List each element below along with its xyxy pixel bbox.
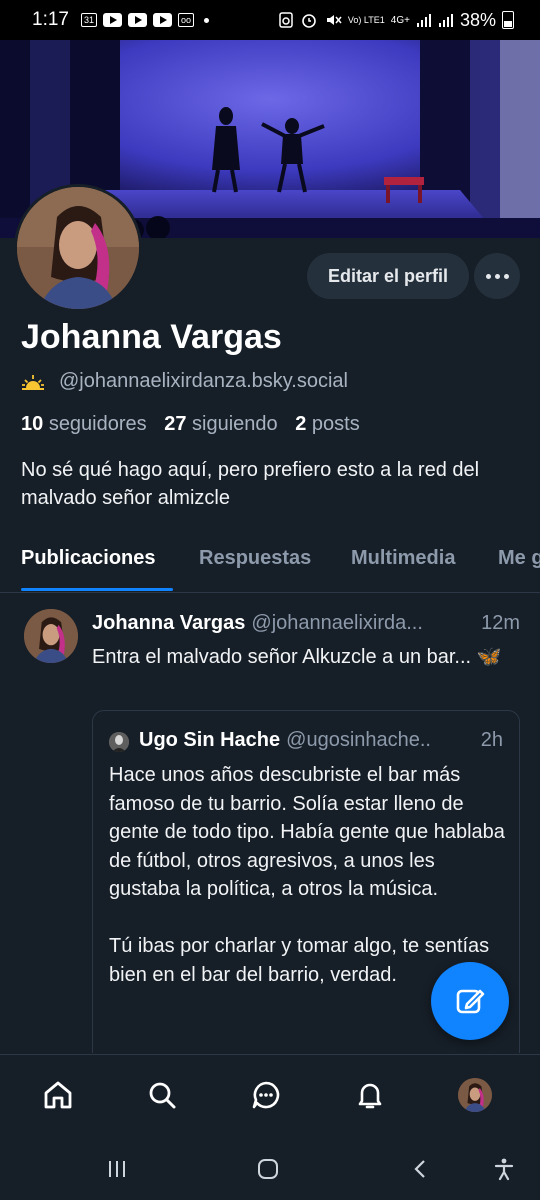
profile-name: Johanna Vargas: [21, 318, 282, 356]
tab-respuestas[interactable]: Respuestas: [199, 547, 311, 570]
home-button[interactable]: [255, 1156, 281, 1182]
posts-count: 2: [295, 413, 307, 435]
nav-search[interactable]: [140, 1073, 184, 1117]
post-text: Entra el malvado señor Alkuzcle a un bar…: [92, 646, 502, 668]
youtube-icon: [127, 13, 147, 27]
post-timestamp: 12m: [475, 612, 520, 635]
alarm-lock-icon: [279, 12, 293, 28]
bell-icon: [358, 1083, 382, 1109]
avatar-photo: [458, 1078, 492, 1112]
back-button[interactable]: [408, 1156, 434, 1182]
quoted-header: Ugo Sin Hache @ugosinhache..: [139, 729, 431, 752]
post-header: Johanna Vargas @johannaelixirda...: [92, 612, 522, 635]
following-label[interactable]: siguiendo: [192, 413, 278, 435]
compose-icon: [456, 989, 485, 1014]
network-type: 4G+: [390, 14, 410, 26]
home-circle-icon: [258, 1159, 278, 1179]
nav-profile[interactable]: [453, 1073, 497, 1117]
system-navigation: [0, 1138, 540, 1200]
avatar: [458, 1078, 492, 1112]
quoted-timestamp: 2h: [480, 729, 503, 751]
tab-me-gusta[interactable]: Me g: [498, 547, 540, 570]
active-tab-indicator: [21, 588, 173, 591]
quoted-author-name: Ugo Sin Hache: [139, 729, 281, 751]
nav-notifications[interactable]: [348, 1073, 392, 1117]
home-icon: [44, 1081, 72, 1109]
avatar-photo: [24, 609, 78, 663]
posts-label: posts: [311, 413, 360, 435]
alarm-icon: [302, 14, 316, 28]
profile-handle: @johannaelixirdanza.bsky.social: [59, 370, 348, 392]
mute-icon: [326, 15, 342, 25]
following-count[interactable]: 27: [164, 413, 186, 435]
post-author-avatar[interactable]: [24, 609, 78, 663]
profile-bio: No sé qué hago aquí, pero prefiero esto …: [21, 459, 480, 509]
avatar-photo: [17, 187, 139, 309]
quoted-author-avatar: [109, 732, 129, 752]
more-dot-icon: [494, 273, 500, 279]
more-dot-icon: [485, 273, 491, 279]
status-bar: 1:17 31 oo Vo) LTE1 4G+ 38%: [0, 0, 540, 40]
sunrise-icon: [22, 374, 44, 390]
edit-profile-button[interactable]: Editar el perfil: [307, 253, 469, 299]
nav-chat[interactable]: [244, 1073, 288, 1117]
tab-multimedia[interactable]: Multimedia: [351, 547, 455, 570]
post-author-name[interactable]: Johanna Vargas: [92, 612, 245, 634]
tab-publicaciones[interactable]: Publicaciones: [21, 547, 156, 570]
nav-home[interactable]: [36, 1073, 80, 1117]
status-time: 1:17: [32, 9, 69, 30]
followers-count[interactable]: 10: [21, 413, 43, 435]
accessibility-icon: [494, 1158, 514, 1181]
youtube-icon: [152, 13, 172, 27]
compose-button[interactable]: [431, 962, 509, 1040]
profile-handle-row: @johannaelixirdanza.bsky.social: [21, 370, 348, 393]
calendar-icon: 31: [80, 13, 97, 27]
battery-percent: 38%: [459, 9, 496, 30]
signal-icon: [416, 14, 431, 27]
recent-apps-button[interactable]: [104, 1156, 130, 1182]
avatar-photo: [109, 732, 129, 752]
quoted-author-handle: @ugosinhache..: [286, 729, 431, 751]
youtube-icon: [102, 13, 122, 27]
followers-label[interactable]: seguidores: [49, 413, 147, 435]
signal-icon: [438, 14, 453, 27]
more-options-button[interactable]: [474, 253, 520, 299]
more-dot-icon: [503, 273, 509, 279]
notification-dot-icon: [203, 17, 209, 23]
profile-tabs: Publicaciones Respuestas Multimedia Me g: [0, 530, 540, 593]
recent-apps-icon: [109, 1161, 125, 1177]
search-icon: [149, 1082, 176, 1109]
battery-icon: [502, 11, 514, 29]
back-icon: [414, 1160, 425, 1178]
profile-avatar[interactable]: [14, 184, 142, 312]
quoted-text: Hace unos años descubriste el bar más fa…: [109, 764, 505, 986]
chat-icon: [252, 1081, 280, 1109]
voicemail-icon: oo: [177, 13, 194, 27]
bottom-navigation: [0, 1054, 540, 1139]
network-label: Vo) LTE1: [347, 14, 385, 25]
profile-stats: 10 seguidores 27 siguiendo 2 posts: [21, 413, 360, 436]
accessibility-button[interactable]: [491, 1156, 517, 1182]
post-author-handle[interactable]: @johannaelixirda...: [251, 612, 423, 634]
